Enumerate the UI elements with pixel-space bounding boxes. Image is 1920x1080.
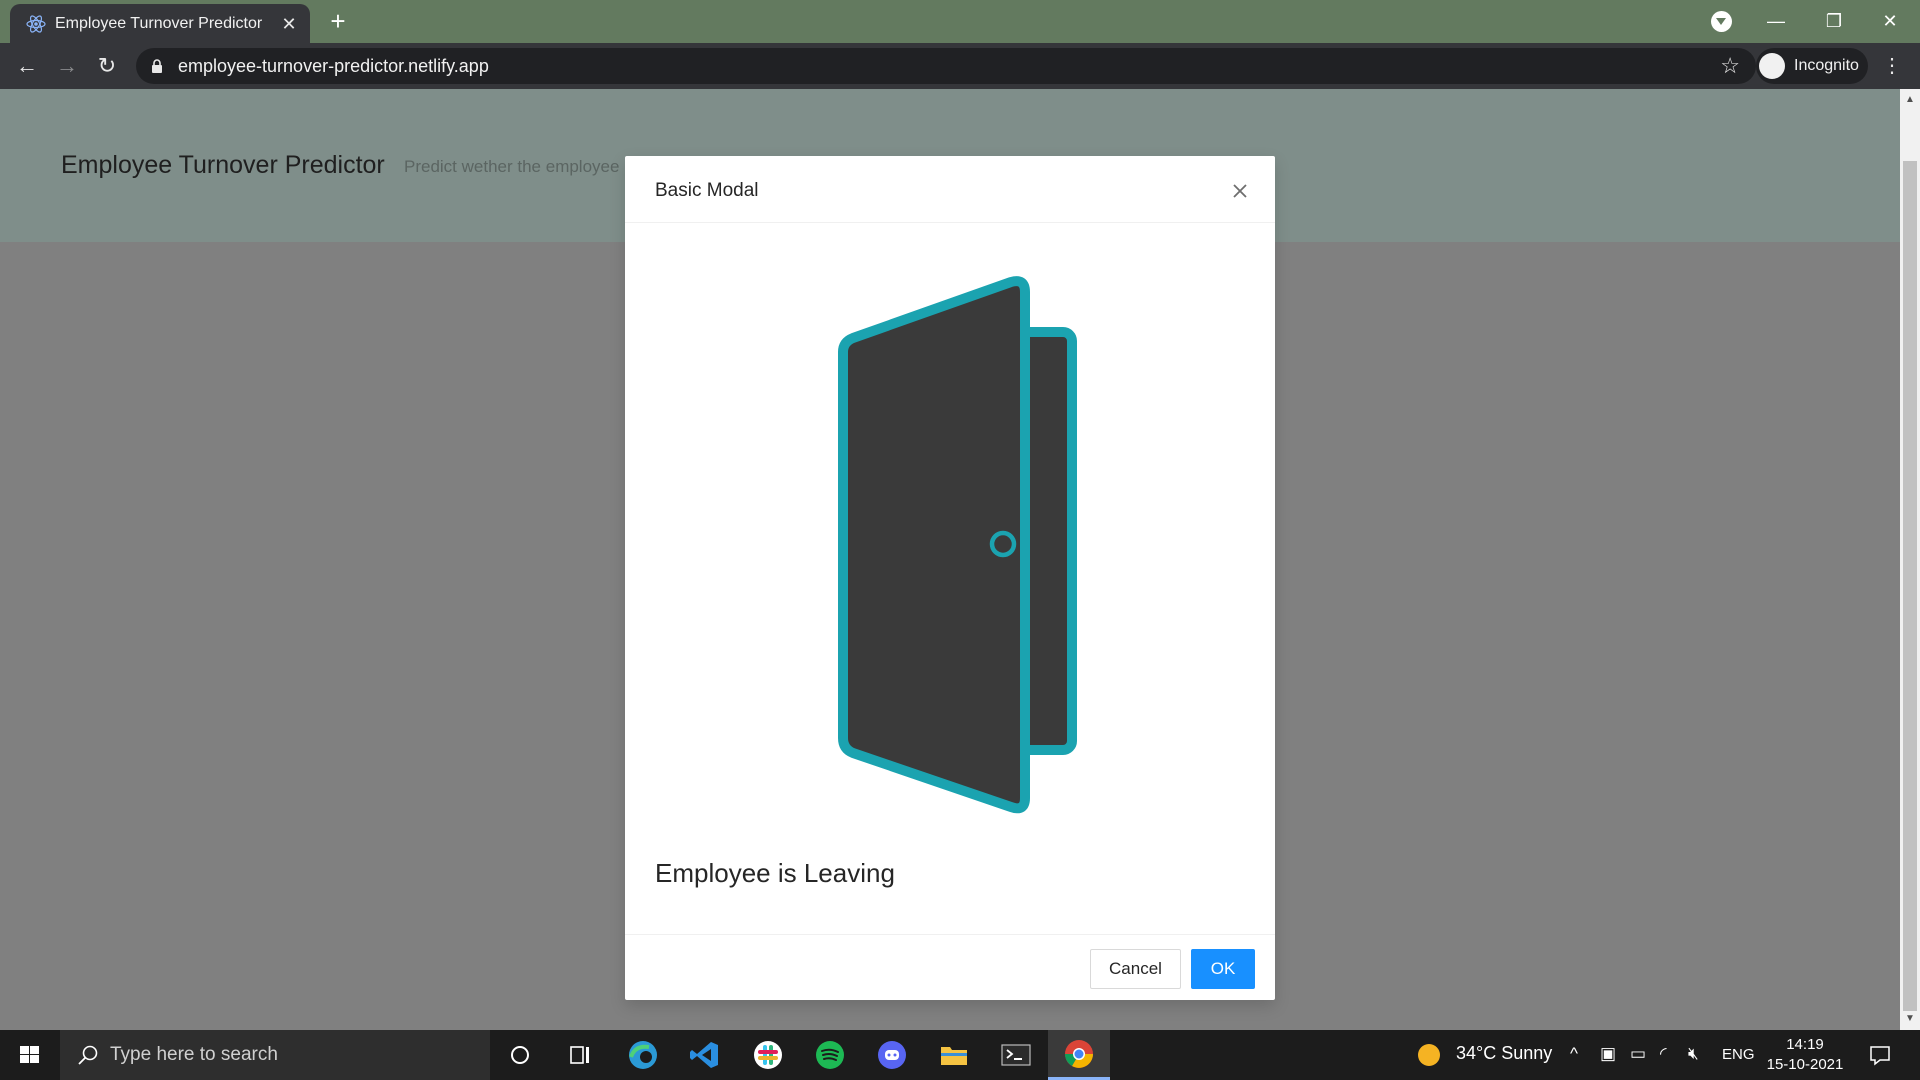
page-subtitle: Predict wether the employee [404, 157, 620, 176]
cortana-icon[interactable] [500, 1035, 540, 1075]
modal-footer: Cancel OK [625, 934, 1275, 1000]
clock-date: 15-10-2021 [1766, 1056, 1844, 1073]
address-bar[interactable]: employee-turnover-predictor.netlify.app … [136, 48, 1756, 84]
browser-tab-bar: Employee Turnover Predictor ✕ + — ❐ ✕ [0, 0, 1920, 43]
tab-title: Employee Turnover Predictor [55, 15, 263, 32]
bookmark-star-icon[interactable]: ☆ [1720, 53, 1740, 79]
search-icon [78, 1045, 98, 1065]
vscode-icon[interactable] [685, 1035, 725, 1075]
ok-button[interactable]: OK [1191, 949, 1255, 989]
modal-dialog: Basic Modal Employee is Leaving Cancel O… [625, 156, 1275, 1000]
lock-icon [152, 59, 162, 73]
notifications-icon[interactable] [1860, 1035, 1900, 1075]
task-view-icon[interactable] [560, 1035, 600, 1075]
react-icon [26, 15, 46, 33]
terminal-icon[interactable] [996, 1035, 1036, 1075]
spotify-icon[interactable] [810, 1035, 850, 1075]
browser-tab[interactable]: Employee Turnover Predictor ✕ [10, 4, 310, 43]
url-text: employee-turnover-predictor.netlify.app [178, 56, 489, 76]
weather-sun-icon [1418, 1044, 1440, 1066]
weather-text[interactable]: 34°C Sunny [1456, 1043, 1552, 1064]
browser-menu-icon[interactable]: ⋮ [1882, 53, 1902, 79]
chrome-icon [1065, 1040, 1093, 1068]
minimize-icon[interactable]: — [1752, 6, 1800, 36]
restore-icon[interactable]: ❐ [1810, 6, 1858, 36]
page-scrollbar[interactable]: ▲ ▼ [1900, 89, 1920, 1030]
meet-now-icon[interactable]: ▣ [1600, 1044, 1616, 1064]
incognito-icon [1759, 53, 1785, 79]
wifi-icon[interactable]: ◜ [1660, 1044, 1667, 1064]
scrollbar-thumb[interactable] [1903, 161, 1917, 1011]
chrome-taskbar-item[interactable] [1048, 1030, 1110, 1080]
modal-title: Basic Modal [655, 180, 759, 201]
slack-icon[interactable] [748, 1035, 788, 1075]
page-title: Employee Turnover Predictor [61, 151, 385, 179]
profile-label: Incognito [1794, 57, 1859, 74]
scroll-up-icon[interactable]: ▲ [1900, 91, 1920, 109]
door-illustration [838, 276, 1077, 814]
reload-icon[interactable]: ↻ [92, 51, 122, 81]
close-icon[interactable] [1229, 180, 1251, 202]
incognito-profile-button[interactable]: Incognito [1756, 48, 1868, 84]
new-tab-icon[interactable]: + [324, 8, 352, 36]
cancel-button[interactable]: Cancel [1090, 949, 1181, 989]
back-icon[interactable]: ← [12, 51, 42, 81]
windows-taskbar: Type here to search 34°C Sunny ^ ▣ ▭ ◜ 🔇… [0, 1030, 1920, 1080]
windows-logo-icon [20, 1046, 39, 1063]
show-hidden-icons-icon[interactable]: ^ [1570, 1044, 1578, 1064]
volume-muted-icon[interactable]: 🔇︎ [1688, 1044, 1699, 1064]
forward-icon[interactable]: → [52, 51, 82, 81]
scroll-down-icon[interactable]: ▼ [1900, 1010, 1920, 1028]
search-placeholder: Type here to search [110, 1044, 278, 1065]
start-button[interactable] [0, 1030, 60, 1080]
browser-toolbar: ← → ↻ employee-turnover-predictor.netlif… [0, 43, 1920, 89]
edge-icon[interactable] [623, 1035, 663, 1075]
battery-icon[interactable]: ▭ [1630, 1044, 1646, 1064]
taskbar-search[interactable]: Type here to search [60, 1030, 490, 1080]
file-explorer-icon[interactable] [934, 1035, 974, 1075]
taskbar-clock[interactable]: 14:19 15-10-2021 [1760, 1035, 1850, 1075]
discord-icon[interactable] [872, 1035, 912, 1075]
close-tab-icon[interactable]: ✕ [278, 13, 300, 35]
close-window-icon[interactable]: ✕ [1866, 6, 1914, 36]
language-indicator[interactable]: ENG [1722, 1046, 1755, 1063]
tab-search-icon[interactable] [1711, 11, 1732, 32]
clock-time: 14:19 [1786, 1036, 1824, 1053]
modal-header: Basic Modal [625, 156, 1275, 223]
prediction-result: Employee is Leaving [655, 858, 895, 888]
door-panel [838, 276, 1030, 814]
